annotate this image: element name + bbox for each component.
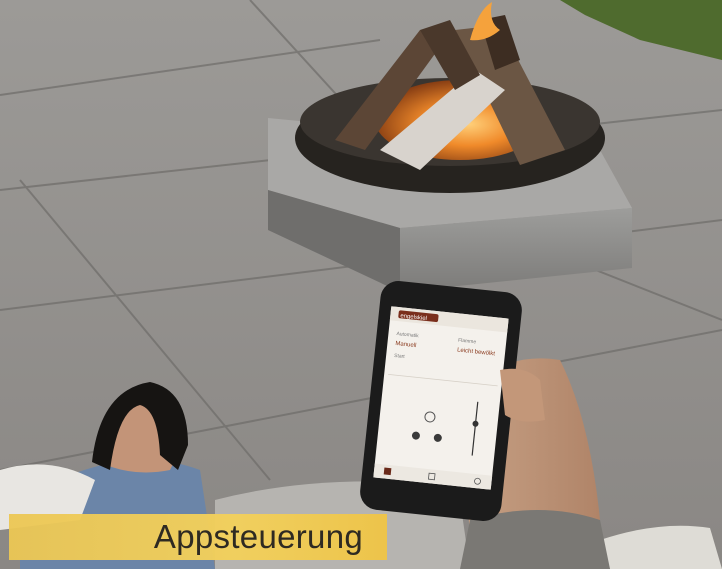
caption-banner: Appsteuerung [9, 514, 387, 560]
caption-text: Appsteuerung [153, 518, 363, 555]
home-icon[interactable] [383, 467, 392, 476]
smartphone: engelskiel Automatik Flamme Manuell Leic… [360, 280, 522, 522]
item-label: Start [394, 353, 406, 360]
image-frame: engelskiel Automatik Flamme Manuell Leic… [0, 0, 722, 569]
terrace-photo: engelskiel Automatik Flamme Manuell Leic… [0, 0, 722, 569]
